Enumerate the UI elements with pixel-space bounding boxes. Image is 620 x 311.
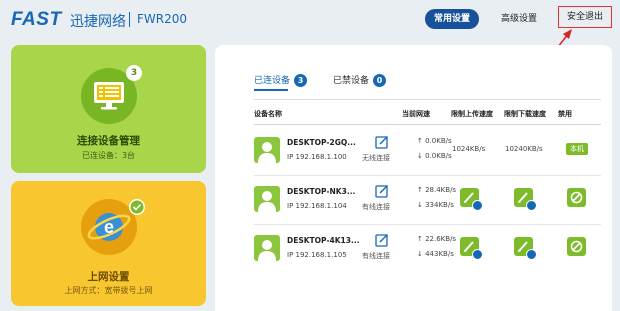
upload-speed: ↑ 0.0KB/s bbox=[417, 137, 452, 145]
internet-mode-text: 上网方式：宽带拨号上网 bbox=[64, 286, 153, 295]
column-header-speed: 当前网速 bbox=[402, 110, 430, 118]
limit-download-button[interactable] bbox=[514, 237, 537, 260]
lock-icon bbox=[472, 200, 483, 211]
connection-type: 无线连接 bbox=[362, 154, 390, 162]
limit-download-button[interactable] bbox=[514, 188, 537, 211]
limit-upload-button[interactable] bbox=[460, 188, 483, 211]
download-limit-value: 10240KB/s bbox=[505, 145, 543, 153]
nav-common-settings[interactable]: 常用设置 bbox=[425, 9, 479, 29]
table-row: DESKTOP-2GQ... IP 192.168.1.100 无线连接 ↑ 0… bbox=[254, 128, 601, 176]
column-header-block: 禁用 bbox=[558, 110, 572, 118]
internet-settings-card[interactable]: e 上网设置 上网方式：宽带拨号上网 bbox=[11, 181, 206, 306]
brand-name-cn: 迅捷网络 bbox=[70, 14, 126, 30]
tab-blocked-devices[interactable]: 已禁设备 0 bbox=[333, 73, 387, 87]
block-device-button[interactable] bbox=[567, 188, 586, 207]
local-device-badge: 本机 bbox=[566, 143, 588, 155]
column-header-name: 设备名称 bbox=[254, 110, 282, 118]
svg-text:e: e bbox=[104, 217, 114, 237]
tab-divider bbox=[254, 99, 601, 100]
block-icon bbox=[570, 191, 583, 204]
edit-icon[interactable] bbox=[375, 135, 389, 149]
user-avatar-icon bbox=[254, 186, 280, 212]
column-header-limit-up: 限制上传速度 bbox=[451, 110, 493, 118]
table-row: DESKTOP-4K13... IP 192.168.1.105 有线连接 ↑ … bbox=[254, 226, 601, 274]
header: FAST 迅捷网络 FWR200 常用设置 高级设置 安全退出 bbox=[0, 0, 620, 38]
device-ip: IP 192.168.1.104 bbox=[287, 202, 347, 210]
logo-divider bbox=[129, 12, 130, 27]
download-speed: ↓ 0.0KB/s bbox=[417, 152, 452, 160]
limit-upload-button[interactable] bbox=[460, 237, 483, 260]
row-divider bbox=[254, 224, 601, 225]
internet-settings-title: 上网设置 bbox=[87, 271, 130, 283]
user-avatar-icon bbox=[254, 235, 280, 261]
device-name: DESKTOP-2GQ... bbox=[287, 138, 356, 147]
edit-icon[interactable] bbox=[375, 184, 389, 198]
device-ip: IP 192.168.1.105 bbox=[287, 251, 347, 259]
table-row: DESKTOP-NK3... IP 192.168.1.104 有线连接 ↑ 2… bbox=[254, 177, 601, 225]
download-speed: ↓ 334KB/s bbox=[417, 201, 454, 209]
device-management-card[interactable]: 3 连接设备管理 已连设备：3台 bbox=[11, 45, 206, 173]
brand-logo: FAST bbox=[11, 9, 62, 30]
tab-connected-label: 已连设备 bbox=[254, 76, 291, 86]
tab-connected-devices[interactable]: 已连设备 3 bbox=[254, 73, 308, 87]
lock-icon bbox=[526, 200, 537, 211]
user-avatar-icon bbox=[254, 137, 280, 163]
device-count-text: 已连设备：3台 bbox=[81, 151, 136, 160]
upload-limit-value: 1024KB/s bbox=[452, 145, 486, 153]
column-header-limit-down: 限制下载速度 bbox=[504, 110, 546, 118]
tab-blocked-label: 已禁设备 bbox=[333, 76, 370, 86]
edit-icon[interactable] bbox=[375, 233, 389, 247]
row-divider bbox=[254, 175, 601, 176]
active-tab-underline bbox=[254, 89, 288, 91]
lock-icon bbox=[526, 249, 537, 260]
nav-logout-button[interactable]: 安全退出 bbox=[558, 6, 612, 28]
nav-advanced-settings[interactable]: 高级设置 bbox=[494, 9, 544, 29]
device-name: DESKTOP-NK3... bbox=[287, 187, 356, 196]
upload-speed: ↑ 28.4KB/s bbox=[417, 186, 457, 194]
connection-type: 有线连接 bbox=[362, 203, 390, 211]
download-speed: ↓ 443KB/s bbox=[417, 250, 454, 258]
lock-icon bbox=[472, 249, 483, 260]
upload-speed: ↑ 22.6KB/s bbox=[417, 235, 457, 243]
model-name: FWR200 bbox=[137, 12, 188, 26]
block-device-button[interactable] bbox=[567, 237, 586, 256]
check-icon bbox=[129, 199, 145, 215]
device-ip: IP 192.168.1.100 bbox=[287, 153, 347, 161]
block-icon bbox=[570, 240, 583, 253]
connected-count-badge: 3 bbox=[294, 74, 308, 87]
device-count-badge: 3 bbox=[126, 65, 142, 81]
device-management-title: 连接设备管理 bbox=[77, 135, 140, 147]
connection-type: 有线连接 bbox=[362, 252, 390, 260]
blocked-count-badge: 0 bbox=[373, 74, 387, 87]
header-divider bbox=[254, 124, 601, 125]
device-name: DESKTOP-4K13... bbox=[287, 236, 360, 245]
device-list-panel: 已连设备 3 已禁设备 0 设备名称 当前网速 限制上传速度 限制下载速度 禁用 D… bbox=[215, 45, 612, 311]
